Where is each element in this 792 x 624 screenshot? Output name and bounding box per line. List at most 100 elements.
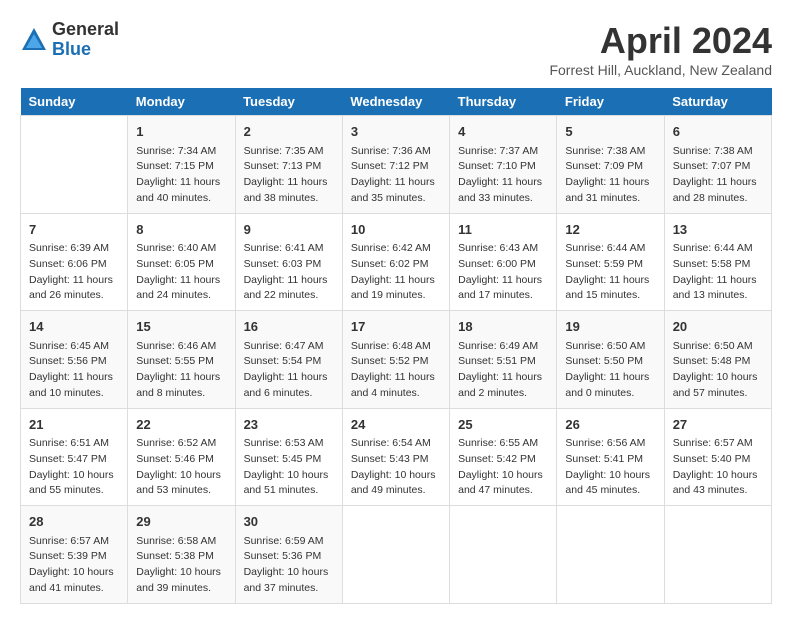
week-row-4: 28Sunrise: 6:57 AMSunset: 5:39 PMDayligh… [21,506,772,604]
calendar-cell: 21Sunrise: 6:51 AMSunset: 5:47 PMDayligh… [21,408,128,506]
day-info: Sunrise: 7:36 AMSunset: 7:12 PMDaylight:… [351,144,441,207]
calendar-cell: 4Sunrise: 7:37 AMSunset: 7:10 PMDaylight… [450,116,557,214]
calendar-body: 1Sunrise: 7:34 AMSunset: 7:15 PMDaylight… [21,116,772,604]
day-info: Sunrise: 6:56 AMSunset: 5:41 PMDaylight:… [565,436,655,499]
day-number: 18 [458,317,548,337]
calendar-cell: 3Sunrise: 7:36 AMSunset: 7:12 PMDaylight… [342,116,449,214]
calendar-cell: 2Sunrise: 7:35 AMSunset: 7:13 PMDaylight… [235,116,342,214]
calendar-cell: 10Sunrise: 6:42 AMSunset: 6:02 PMDayligh… [342,213,449,311]
day-number: 8 [136,220,226,240]
day-number: 28 [29,512,119,532]
day-number: 21 [29,415,119,435]
day-info: Sunrise: 6:58 AMSunset: 5:38 PMDaylight:… [136,534,226,597]
header-saturday: Saturday [664,88,771,116]
day-number: 3 [351,122,441,142]
day-number: 20 [673,317,763,337]
week-row-2: 14Sunrise: 6:45 AMSunset: 5:56 PMDayligh… [21,311,772,409]
day-number: 17 [351,317,441,337]
week-row-0: 1Sunrise: 7:34 AMSunset: 7:15 PMDaylight… [21,116,772,214]
day-info: Sunrise: 7:38 AMSunset: 7:07 PMDaylight:… [673,144,763,207]
day-info: Sunrise: 6:51 AMSunset: 5:47 PMDaylight:… [29,436,119,499]
calendar-cell: 9Sunrise: 6:41 AMSunset: 6:03 PMDaylight… [235,213,342,311]
day-number: 26 [565,415,655,435]
calendar-cell [342,506,449,604]
day-number: 2 [244,122,334,142]
calendar-header: Sunday Monday Tuesday Wednesday Thursday… [21,88,772,116]
day-number: 5 [565,122,655,142]
header-thursday: Thursday [450,88,557,116]
logo-text: General Blue [52,20,119,60]
day-info: Sunrise: 6:49 AMSunset: 5:51 PMDaylight:… [458,339,548,402]
logo-general-text: General [52,20,119,40]
header-row: Sunday Monday Tuesday Wednesday Thursday… [21,88,772,116]
logo: General Blue [20,20,119,60]
calendar-cell: 12Sunrise: 6:44 AMSunset: 5:59 PMDayligh… [557,213,664,311]
calendar-cell: 17Sunrise: 6:48 AMSunset: 5:52 PMDayligh… [342,311,449,409]
header-wednesday: Wednesday [342,88,449,116]
month-title: April 2024 [549,20,772,62]
title-section: April 2024 Forrest Hill, Auckland, New Z… [549,20,772,78]
location: Forrest Hill, Auckland, New Zealand [549,62,772,78]
calendar-cell: 18Sunrise: 6:49 AMSunset: 5:51 PMDayligh… [450,311,557,409]
day-number: 29 [136,512,226,532]
logo-blue-text: Blue [52,40,119,60]
calendar-cell: 16Sunrise: 6:47 AMSunset: 5:54 PMDayligh… [235,311,342,409]
day-number: 4 [458,122,548,142]
day-info: Sunrise: 6:43 AMSunset: 6:00 PMDaylight:… [458,241,548,304]
calendar-cell: 5Sunrise: 7:38 AMSunset: 7:09 PMDaylight… [557,116,664,214]
day-info: Sunrise: 6:55 AMSunset: 5:42 PMDaylight:… [458,436,548,499]
day-info: Sunrise: 6:42 AMSunset: 6:02 PMDaylight:… [351,241,441,304]
day-info: Sunrise: 6:46 AMSunset: 5:55 PMDaylight:… [136,339,226,402]
calendar-cell: 26Sunrise: 6:56 AMSunset: 5:41 PMDayligh… [557,408,664,506]
calendar-cell [21,116,128,214]
calendar-cell: 8Sunrise: 6:40 AMSunset: 6:05 PMDaylight… [128,213,235,311]
calendar-cell: 22Sunrise: 6:52 AMSunset: 5:46 PMDayligh… [128,408,235,506]
day-info: Sunrise: 6:48 AMSunset: 5:52 PMDaylight:… [351,339,441,402]
day-info: Sunrise: 6:54 AMSunset: 5:43 PMDaylight:… [351,436,441,499]
day-number: 7 [29,220,119,240]
calendar-cell: 24Sunrise: 6:54 AMSunset: 5:43 PMDayligh… [342,408,449,506]
day-info: Sunrise: 6:41 AMSunset: 6:03 PMDaylight:… [244,241,334,304]
day-number: 13 [673,220,763,240]
calendar-cell [450,506,557,604]
calendar-cell: 30Sunrise: 6:59 AMSunset: 5:36 PMDayligh… [235,506,342,604]
day-number: 15 [136,317,226,337]
day-number: 10 [351,220,441,240]
day-number: 1 [136,122,226,142]
day-info: Sunrise: 6:39 AMSunset: 6:06 PMDaylight:… [29,241,119,304]
calendar-cell: 13Sunrise: 6:44 AMSunset: 5:58 PMDayligh… [664,213,771,311]
header-tuesday: Tuesday [235,88,342,116]
calendar-cell: 14Sunrise: 6:45 AMSunset: 5:56 PMDayligh… [21,311,128,409]
day-number: 16 [244,317,334,337]
day-number: 24 [351,415,441,435]
day-info: Sunrise: 6:47 AMSunset: 5:54 PMDaylight:… [244,339,334,402]
calendar-cell: 25Sunrise: 6:55 AMSunset: 5:42 PMDayligh… [450,408,557,506]
day-info: Sunrise: 6:52 AMSunset: 5:46 PMDaylight:… [136,436,226,499]
day-number: 30 [244,512,334,532]
day-number: 6 [673,122,763,142]
day-number: 22 [136,415,226,435]
day-number: 9 [244,220,334,240]
day-info: Sunrise: 6:44 AMSunset: 5:59 PMDaylight:… [565,241,655,304]
calendar-cell [664,506,771,604]
day-info: Sunrise: 6:45 AMSunset: 5:56 PMDaylight:… [29,339,119,402]
calendar-cell: 27Sunrise: 6:57 AMSunset: 5:40 PMDayligh… [664,408,771,506]
page-header: General Blue April 2024 Forrest Hill, Au… [20,20,772,78]
day-number: 11 [458,220,548,240]
day-info: Sunrise: 6:53 AMSunset: 5:45 PMDaylight:… [244,436,334,499]
calendar-cell: 29Sunrise: 6:58 AMSunset: 5:38 PMDayligh… [128,506,235,604]
day-info: Sunrise: 6:59 AMSunset: 5:36 PMDaylight:… [244,534,334,597]
header-sunday: Sunday [21,88,128,116]
calendar-cell: 15Sunrise: 6:46 AMSunset: 5:55 PMDayligh… [128,311,235,409]
day-info: Sunrise: 7:34 AMSunset: 7:15 PMDaylight:… [136,144,226,207]
day-info: Sunrise: 6:50 AMSunset: 5:48 PMDaylight:… [673,339,763,402]
week-row-3: 21Sunrise: 6:51 AMSunset: 5:47 PMDayligh… [21,408,772,506]
day-number: 12 [565,220,655,240]
day-number: 14 [29,317,119,337]
calendar-cell: 7Sunrise: 6:39 AMSunset: 6:06 PMDaylight… [21,213,128,311]
day-info: Sunrise: 7:38 AMSunset: 7:09 PMDaylight:… [565,144,655,207]
day-info: Sunrise: 7:37 AMSunset: 7:10 PMDaylight:… [458,144,548,207]
day-number: 27 [673,415,763,435]
day-info: Sunrise: 6:50 AMSunset: 5:50 PMDaylight:… [565,339,655,402]
calendar-table: Sunday Monday Tuesday Wednesday Thursday… [20,88,772,604]
